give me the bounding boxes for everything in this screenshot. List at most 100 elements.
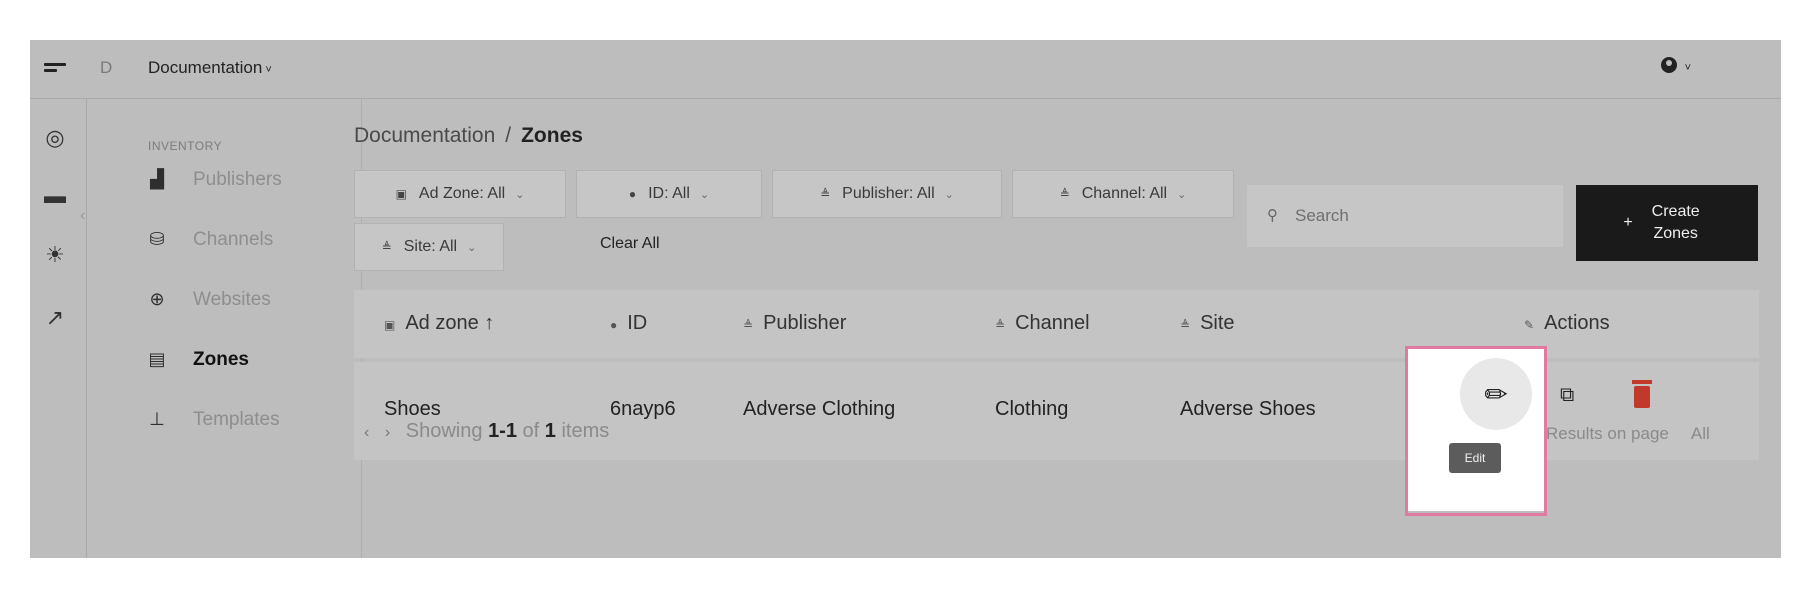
chevron-down-icon: ⌄ xyxy=(699,188,710,201)
org-switcher[interactable]: Documentation ˅ xyxy=(148,58,272,78)
collapse-caret-icon[interactable]: ‹ xyxy=(80,207,85,225)
column-label: Publisher xyxy=(763,312,847,334)
highlight-frame xyxy=(1405,346,1547,516)
sidebar-item-websites[interactable]: ⊕ Websites xyxy=(143,289,271,319)
column-label: ID xyxy=(627,312,648,334)
sidebar-item-zones[interactable]: ▤ Zones xyxy=(143,349,249,379)
column-header-channel[interactable]: ≜ Channel xyxy=(995,312,1090,335)
logo-ring-icon[interactable]: ◎ xyxy=(42,125,68,151)
user-icon xyxy=(1660,57,1677,73)
sidebar-item-templates[interactable]: ⊥ Templates xyxy=(143,409,280,439)
inventory-box-icon[interactable]: ▬ xyxy=(42,183,68,209)
pagination: ‹ › Showing 1-1 of 1 items xyxy=(364,420,609,443)
search-box[interactable]: ⚲ xyxy=(1247,185,1563,247)
cell-publisher: Adverse Clothing xyxy=(743,398,896,420)
column-header-publisher[interactable]: ≜ Publisher xyxy=(743,312,846,335)
filter-label: Publisher: All xyxy=(842,185,935,202)
sidebar-section-label: INVENTORY xyxy=(148,139,223,153)
breadcrumb-parent[interactable]: Documentation xyxy=(354,124,495,147)
showing-range: 1-1 xyxy=(488,420,517,442)
column-label: Actions xyxy=(1544,312,1610,334)
person-icon: ≜ xyxy=(1059,187,1070,201)
sidebar-item-channels[interactable]: ⛁ Channels xyxy=(143,229,273,259)
clear-all-button[interactable]: Clear All xyxy=(600,235,660,253)
lightbulb-icon[interactable]: ☀ xyxy=(42,242,68,268)
create-button-label: Create Zones xyxy=(1651,203,1700,242)
template-brush-icon: ⊥ xyxy=(149,409,165,429)
cell-site: Adverse Shoes xyxy=(1180,398,1316,420)
table-row[interactable]: Shoes 6nayp6 Adverse Clothing Clothing A… xyxy=(354,362,1759,460)
top-bar: D Documentation ˅ ˅ xyxy=(30,40,1781,99)
copy-icon[interactable]: ⧉ xyxy=(1560,384,1574,407)
person-icon: ≜ xyxy=(1180,318,1191,332)
filter-label: Site: All xyxy=(403,238,458,255)
user-menu[interactable]: ˅ xyxy=(1660,56,1691,76)
chevron-down-icon: ⌄ xyxy=(1177,188,1187,201)
sidebar-item-publishers[interactable]: ▟ Publishers xyxy=(143,169,282,199)
app-rail: ◎ ▬ ☀ ↗ ‹ xyxy=(30,99,87,558)
search-icon: ⚲ xyxy=(1267,207,1278,224)
delete-icon[interactable] xyxy=(1632,380,1652,408)
person-icon: ≜ xyxy=(381,240,392,254)
showing-label: Showing xyxy=(405,420,483,442)
chevron-down-icon: ˅ xyxy=(1684,62,1691,74)
chevron-down-icon: ⌄ xyxy=(467,241,477,254)
chevron-down-icon: ⌄ xyxy=(944,188,954,201)
person-icon: ≜ xyxy=(820,187,831,201)
cell-channel: Clothing xyxy=(995,398,1069,420)
items-label: items xyxy=(561,420,610,442)
sidebar-item-label: Websites xyxy=(193,289,271,310)
sidebar-item-label: Zones xyxy=(193,349,249,370)
plus-icon: + xyxy=(1623,214,1633,231)
column-header-id[interactable]: ● ID xyxy=(610,312,647,335)
pencil-icon: ✎ xyxy=(1524,318,1535,332)
sidebar-item-label: Publishers xyxy=(193,169,282,190)
org-initial: D xyxy=(100,58,113,77)
menu-icon[interactable] xyxy=(44,63,66,77)
column-label: Channel xyxy=(1015,312,1090,334)
next-page-icon[interactable]: › xyxy=(385,424,390,441)
filter-ad-zone[interactable]: ▣ Ad Zone: All ⌄ xyxy=(354,170,566,218)
org-name: Documentation xyxy=(148,58,263,77)
publishers-icon: ▟ xyxy=(150,169,164,189)
filter-channel[interactable]: ≜ Channel: All ⌄ xyxy=(1012,170,1234,218)
person-icon: ≜ xyxy=(743,318,754,332)
results-label: Results on page xyxy=(1546,424,1669,443)
results-per-page[interactable]: Results on page All xyxy=(1546,424,1710,444)
prev-page-icon[interactable]: ‹ xyxy=(364,424,369,441)
filter-label: Ad Zone: All xyxy=(418,185,506,202)
search-input[interactable] xyxy=(1293,203,1547,229)
column-header-site[interactable]: ≜ Site xyxy=(1180,312,1235,335)
breadcrumb-current: Zones xyxy=(521,124,583,147)
filter-site[interactable]: ≜ Site: All ⌄ xyxy=(354,223,504,271)
breadcrumb-separator: / xyxy=(505,124,512,147)
ad-zone-icon: ▣ xyxy=(384,318,396,332)
column-label: Site xyxy=(1200,312,1235,334)
globe-icon: ⊕ xyxy=(149,289,165,309)
tag-icon: ● xyxy=(610,318,618,332)
of-label: of xyxy=(522,420,540,442)
sidebar: INVENTORY ▟ Publishers ⛁ Channels ⊕ Website… xyxy=(87,99,362,558)
cell-id: 6nayp6 xyxy=(610,398,676,420)
filter-publisher[interactable]: ≜ Publisher: All ⌄ xyxy=(772,170,1002,218)
analytics-chart-icon[interactable]: ↗ xyxy=(42,305,68,331)
channels-icon: ⛁ xyxy=(149,229,165,249)
zones-icon: ▤ xyxy=(148,349,166,369)
create-zones-button[interactable]: + Create Zones xyxy=(1576,185,1758,261)
table-header: ▣ Ad zone ↑ ● ID ≜ Publisher ≜ Channel ≜ Site… xyxy=(354,290,1759,358)
filter-label: ID: All xyxy=(648,185,690,202)
cell-ad-zone: Shoes xyxy=(384,398,441,420)
chevron-down-icon: ⌄ xyxy=(515,188,525,201)
app-window: D Documentation ˅ ˅ ◎ ▬ ☀ ↗ ‹ INVENTORY ▟… xyxy=(30,40,1781,558)
chevron-down-icon: ˅ xyxy=(265,64,272,76)
column-header-ad-zone[interactable]: ▣ Ad zone ↑ xyxy=(384,312,494,335)
tag-icon: ● xyxy=(628,187,637,201)
filter-id[interactable]: ● ID: All ⌄ xyxy=(576,170,762,218)
column-label: Ad zone ↑ xyxy=(405,312,495,334)
person-icon: ≜ xyxy=(995,318,1006,332)
results-value: All xyxy=(1690,424,1710,443)
filter-label: Channel: All xyxy=(1081,185,1168,202)
sidebar-item-label: Templates xyxy=(193,409,280,430)
breadcrumb: Documentation / Zones xyxy=(354,124,583,148)
ad-zone-icon: ▣ xyxy=(395,187,407,201)
